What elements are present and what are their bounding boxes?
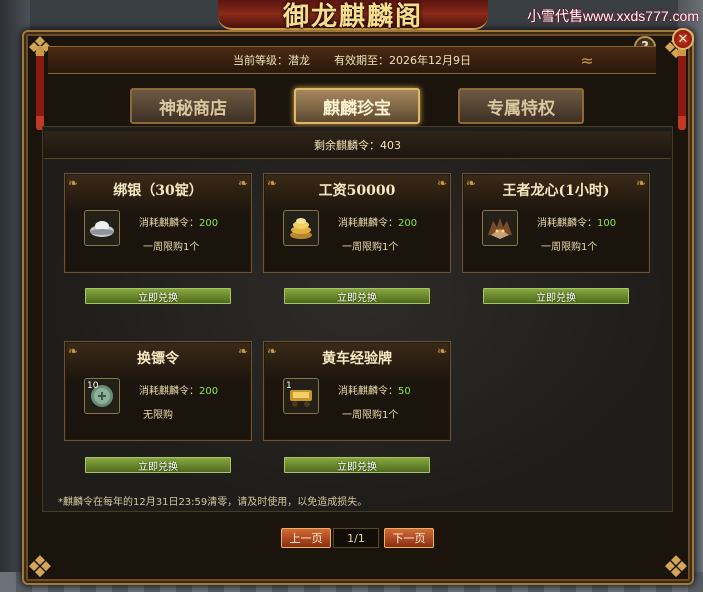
item-limit: 一周限购1个: [342, 410, 399, 421]
tab-exclusive-privilege[interactable]: 专属特权: [458, 88, 584, 124]
scroll-ornament-icon: ≈: [580, 50, 594, 70]
tab-qilin-treasure[interactable]: 麒麟珍宝: [294, 88, 420, 124]
item-title: 绑银（30锭）: [113, 183, 203, 199]
remaining-tokens-bar: 剩余麒麟令：403: [44, 131, 671, 159]
item-card: ❧ ❧ 黄车经验牌 1 消耗麒麟令：50 一周限购1个: [263, 341, 451, 441]
item-card: ❧ ❧ 王者龙心(1小时) 消耗麒麟令：100 一周限购1个: [462, 173, 650, 273]
right-tassel: [678, 46, 686, 130]
item-cost: 消耗麒麟令：200: [139, 218, 219, 229]
item-title: 工资50000: [318, 183, 396, 199]
corner-ornament-icon: ❖: [662, 549, 690, 585]
exchange-button[interactable]: 立即兑换: [284, 288, 430, 304]
item-title: 王者龙心(1小时): [502, 183, 610, 199]
item-limit: 一周限购1个: [541, 242, 598, 253]
reset-notice: *麒麟令在每年的12月31日23:59清零，请及时使用，以免造成损失。: [58, 497, 368, 508]
item-card: ❧ ❧ 工资50000 消耗麒麟令：200 一周限购1个: [263, 173, 451, 273]
exchange-button[interactable]: 立即兑换: [483, 288, 629, 304]
watermark-text: 小雪代售www.xxds777.com: [527, 8, 699, 24]
item-quantity: 1: [286, 381, 292, 391]
item-card: ❧ ❧ 换镖令 10 消耗麒麟令：200 无限购: [64, 341, 252, 441]
silver-ingot-icon[interactable]: [84, 210, 120, 246]
item-title: 换镖令: [137, 351, 179, 367]
page-indicator: 1/1: [333, 528, 379, 548]
item-cost: 消耗麒麟令：200: [338, 218, 418, 229]
item-limit: 一周限购1个: [342, 242, 399, 253]
item-cost: 消耗麒麟令：100: [537, 218, 617, 229]
title-banner: 御龙麒麟阁: [218, 0, 488, 32]
tab-mystery-shop[interactable]: 神秘商店: [130, 88, 256, 124]
item-title: 黄车经验牌: [322, 351, 392, 367]
remaining-tokens-label: 剩余麒麟令：403: [314, 138, 401, 152]
close-button[interactable]: ✕: [672, 28, 694, 50]
gold-coins-icon[interactable]: [283, 210, 319, 246]
window-title: 御龙麒麟阁: [282, 1, 423, 32]
current-level-label: 当前等级：潜龙: [233, 54, 310, 67]
left-tassel: [36, 46, 44, 130]
exchange-button[interactable]: 立即兑换: [85, 288, 231, 304]
item-limit: 一周限购1个: [143, 242, 200, 253]
valid-until-label: 有效期至：2026年12月9日: [334, 54, 471, 67]
next-page-button[interactable]: 下一页: [384, 528, 434, 548]
item-cost: 消耗麒麟令：50: [338, 386, 411, 397]
exchange-button[interactable]: 立即兑换: [284, 457, 430, 473]
item-card: ❧ ❧ 绑银（30锭） 消耗麒麟令：200 一周限购1个: [64, 173, 252, 273]
corner-ornament-icon: ❖: [26, 549, 54, 585]
item-limit: 无限购: [143, 410, 173, 421]
prev-page-button[interactable]: 上一页: [281, 528, 331, 548]
item-cost: 消耗麒麟令：200: [139, 386, 219, 397]
item-quantity: 10: [87, 381, 99, 391]
exchange-button[interactable]: 立即兑换: [85, 457, 231, 473]
dragon-heart-icon[interactable]: [482, 210, 518, 246]
